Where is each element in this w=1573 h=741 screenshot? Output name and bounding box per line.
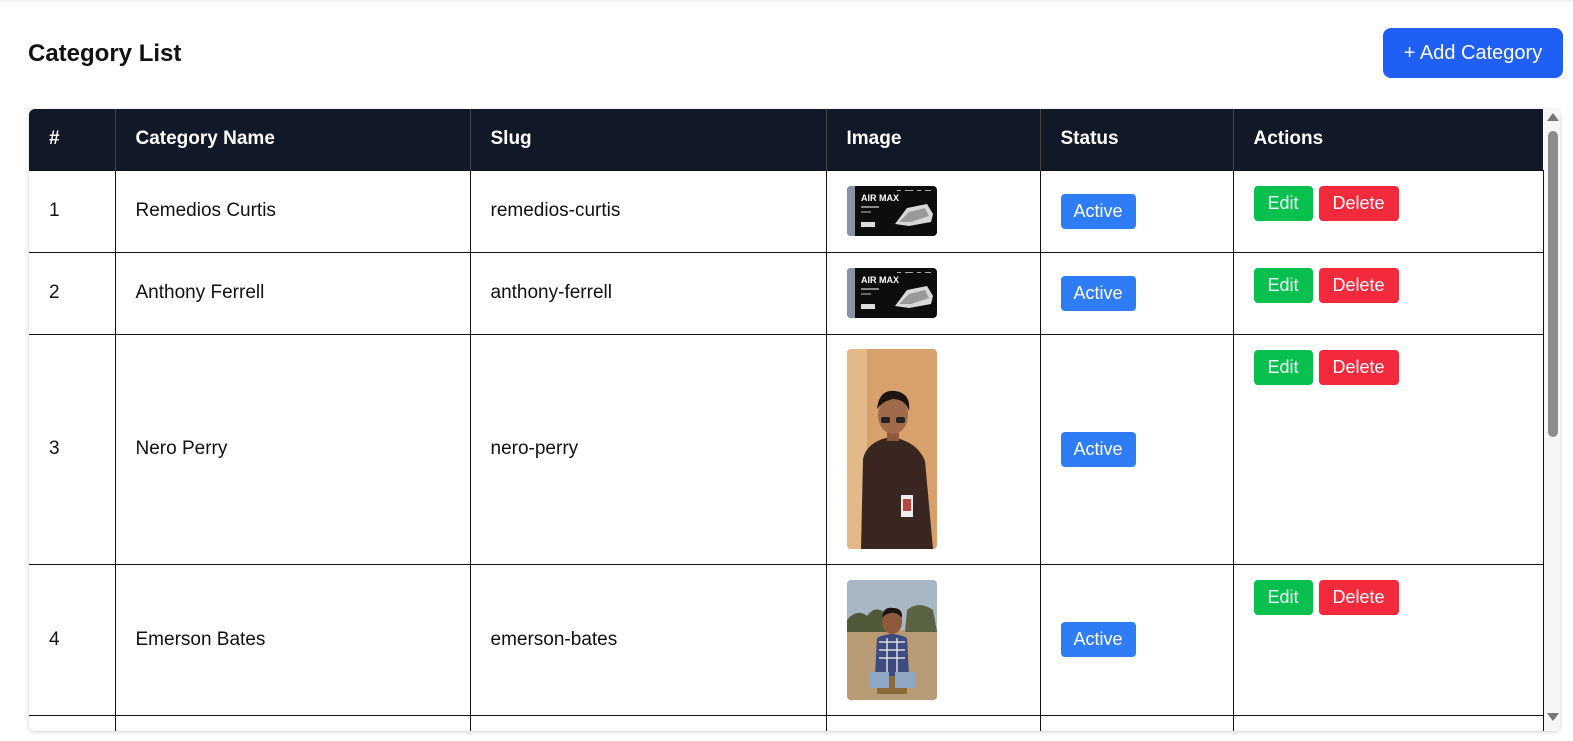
sneaker-banner-image: AIR MAX [846,268,937,318]
table-row [29,714,1544,731]
category-table-container[interactable]: # Category Name Slug Image Status Action… [29,109,1560,731]
delete-button[interactable]: Delete [1318,267,1399,303]
person-portrait-image [846,349,937,549]
scroll-up-arrow-icon[interactable] [1547,113,1559,121]
column-header-actions: Actions [1233,109,1543,170]
status-badge[interactable]: Active [1060,193,1136,229]
row-index: 4 [29,563,116,716]
delete-button[interactable]: Delete [1318,579,1399,615]
delete-button[interactable]: Delete [1318,185,1399,221]
row-category-name: Remedios Curtis [114,169,471,253]
status-badge[interactable]: Active [1060,622,1136,657]
row-index: 2 [29,251,116,335]
category-table: # Category Name Slug Image Status Action… [29,109,1544,731]
banner-text: AIR MAX [861,193,899,203]
table-row: 3 Nero Perry nero-perry Active Edit Dele… [29,333,1544,565]
status-badge[interactable]: Active [1060,275,1136,311]
row-category-name: Anthony Ferrell [114,251,471,335]
column-header-name: Category Name [115,109,471,170]
row-actions: Edit Delete [1232,251,1544,335]
row-image-cell: AIR MAX [825,169,1041,253]
row-actions: Edit Delete [1232,169,1544,253]
column-header-image: Image [826,109,1041,170]
top-divider [0,0,1573,2]
add-category-button[interactable]: + Add Category [1383,28,1563,78]
row-image-cell [825,563,1041,716]
page-title: Category List [28,40,182,67]
row-slug: nero-perry [469,333,827,565]
person-outdoor-image [846,579,937,700]
status-badge[interactable]: Active [1060,431,1136,467]
edit-button[interactable]: Edit [1253,185,1313,221]
row-category-name: Nero Perry [114,333,471,565]
row-status-cell: Active [1039,563,1234,716]
row-index: 3 [29,333,116,565]
row-status-cell: Active [1039,251,1234,335]
delete-button[interactable]: Delete [1318,349,1399,385]
edit-button[interactable]: Edit [1253,579,1313,615]
column-header-status: Status [1040,109,1234,170]
table-row: 4 Emerson Bates emerson-bates Active Edi… [29,563,1544,716]
row-slug: remedios-curtis [469,169,827,253]
row-index: 1 [29,169,116,253]
table-header-row: # Category Name Slug Image Status Action… [29,109,1543,170]
row-slug: emerson-bates [469,563,827,716]
row-status-cell: Active [1039,333,1234,565]
edit-button[interactable]: Edit [1253,267,1313,303]
row-actions: Edit Delete [1232,333,1544,565]
row-image-cell: AIR MAX [825,251,1041,335]
table-scrollbar[interactable] [1544,109,1560,731]
table-row: 1 Remedios Curtis remedios-curtis AIR MA… [29,169,1544,253]
banner-text: AIR MAX [861,275,899,285]
edit-button[interactable]: Edit [1253,349,1313,385]
row-category-name: Emerson Bates [114,563,471,716]
row-image-cell [825,333,1041,565]
sneaker-banner-image: AIR MAX [846,186,937,236]
row-status-cell: Active [1039,169,1234,253]
scroll-down-arrow-icon[interactable] [1547,713,1559,721]
scrollbar-thumb[interactable] [1548,131,1558,437]
row-slug: anthony-ferrell [469,251,827,335]
row-actions: Edit Delete [1232,563,1544,716]
table-row: 2 Anthony Ferrell anthony-ferrell AIR MA… [29,251,1544,335]
column-header-index: # [29,109,116,170]
column-header-slug: Slug [470,109,827,170]
